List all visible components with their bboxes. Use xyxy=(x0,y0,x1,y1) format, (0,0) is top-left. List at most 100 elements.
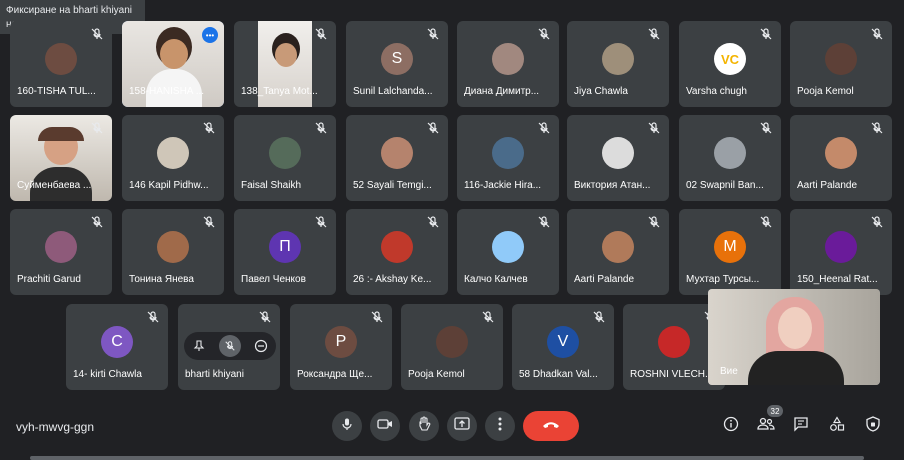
avatar xyxy=(157,231,189,263)
mic-muted-icon xyxy=(202,215,216,229)
activities-button[interactable] xyxy=(825,414,849,438)
mic-muted-icon xyxy=(314,215,328,229)
meeting-details-button[interactable] xyxy=(719,414,743,438)
participant-name: 158-HANISHA ... xyxy=(129,86,205,97)
chat-button[interactable] xyxy=(789,414,813,438)
participant-name: 150_Heenal Rat... xyxy=(797,274,878,285)
participant-tile[interactable]: S Sunil Lalchanda... xyxy=(346,21,448,107)
avatar: C xyxy=(101,326,133,358)
participant-tile[interactable]: Prachiti Garud xyxy=(10,209,112,295)
mic-muted-icon xyxy=(314,27,328,41)
mic-muted-icon xyxy=(759,121,773,135)
participant-name: Pooja Kemol xyxy=(797,86,854,97)
mic-muted-icon xyxy=(90,27,104,41)
participant-tile[interactable]: C 14- kirti Chawla xyxy=(66,304,168,390)
mic-muted-icon xyxy=(647,215,661,229)
participant-name: Павел Ченков xyxy=(241,274,306,285)
participant-tile[interactable]: V 58 Dhadkan Val... xyxy=(512,304,614,390)
participant-tile[interactable]: Jiya Chawla xyxy=(567,21,669,107)
present-button[interactable] xyxy=(447,411,477,441)
participant-tile[interactable]: Тонина Янева xyxy=(122,209,224,295)
avatar xyxy=(825,43,857,75)
participant-tile[interactable]: 138_Tanya Mot... xyxy=(234,21,336,107)
participant-tile[interactable]: Pooja Kemol xyxy=(401,304,503,390)
mic-muted-icon xyxy=(759,27,773,41)
participant-tile[interactable]: 02 Swapnil Ban... xyxy=(679,115,781,201)
participant-name: Тонина Янева xyxy=(129,274,194,285)
participant-tile[interactable]: 26 :- Akshay Ke... xyxy=(346,209,448,295)
self-view-video[interactable]: Вие xyxy=(708,289,880,385)
avatar: V xyxy=(547,326,579,358)
more-icon xyxy=(498,417,502,436)
info-icon xyxy=(723,416,739,437)
mute-participant-icon[interactable] xyxy=(218,335,241,357)
participant-name: 116-Jackie Hira... xyxy=(464,180,542,191)
mic-muted-icon xyxy=(90,215,104,229)
people-button[interactable] xyxy=(754,414,778,438)
raise-hand-button[interactable] xyxy=(409,411,439,441)
participant-name: 58 Dhadkan Val... xyxy=(519,369,598,380)
more-options-button[interactable] xyxy=(485,411,515,441)
mic-muted-icon xyxy=(537,215,551,229)
avatar xyxy=(381,231,413,263)
participant-tile[interactable]: 150_Heenal Rat... xyxy=(790,209,892,295)
participant-tile[interactable]: 52 Sayali Temgi... xyxy=(346,115,448,201)
end-call-button[interactable] xyxy=(523,411,579,441)
participant-tile[interactable]: Faisal Shaikh xyxy=(234,115,336,201)
horizontal-scrollbar[interactable] xyxy=(30,456,864,460)
participant-tile[interactable]: Aarti Palande xyxy=(790,115,892,201)
participant-name: Jiya Chawla xyxy=(574,86,628,97)
avatar xyxy=(492,231,524,263)
self-face xyxy=(778,307,812,349)
participant-tile-video[interactable]: ••• 158-HANISHA ... xyxy=(122,21,224,107)
mic-muted-icon xyxy=(426,121,440,135)
mic-muted-icon xyxy=(647,121,661,135)
avatar xyxy=(381,137,413,169)
pin-icon[interactable] xyxy=(188,335,210,357)
meeting-code: vyh-mwvg-ggn xyxy=(16,420,95,434)
participant-name: Aarti Palande xyxy=(797,180,858,191)
participant-name: Виктория Атан... xyxy=(574,180,651,191)
participant-name: Sunil Lalchanda... xyxy=(353,86,433,97)
participant-tile[interactable]: VC Varsha chugh xyxy=(679,21,781,107)
participant-tile[interactable]: 160-TISHA TUL... xyxy=(10,21,112,107)
camera-button[interactable] xyxy=(370,411,400,441)
people-icon xyxy=(757,417,775,436)
participant-tile[interactable]: Р Роксандра Ще... xyxy=(290,304,392,390)
participant-tile-hovered[interactable]: bharti khiyani xyxy=(178,304,280,390)
mic-muted-icon xyxy=(592,310,606,324)
microphone-button[interactable] xyxy=(332,411,362,441)
participant-tile[interactable]: Aarti Palande xyxy=(567,209,669,295)
participant-tile[interactable]: 116-Jackie Hira... xyxy=(457,115,559,201)
avatar xyxy=(45,231,77,263)
participant-name: 14- kirti Chawla xyxy=(73,369,142,380)
avatar xyxy=(602,43,634,75)
participant-tile[interactable]: 146 Kapil Pidhw... xyxy=(122,115,224,201)
avatar xyxy=(492,137,524,169)
participant-name: 26 :- Akshay Ke... xyxy=(353,274,432,285)
participant-name: Aarti Palande xyxy=(574,274,635,285)
mic-muted-icon xyxy=(647,27,661,41)
mic-muted-icon xyxy=(258,310,272,324)
participant-tile-video[interactable]: Суйменбаева ... xyxy=(10,115,112,201)
host-controls-button[interactable] xyxy=(861,414,885,438)
mic-muted-icon xyxy=(90,121,104,135)
participant-tile[interactable]: Виктория Атан... xyxy=(567,115,669,201)
participant-name: 146 Kapil Pidhw... xyxy=(129,180,209,191)
avatar xyxy=(45,43,77,75)
participant-tile[interactable]: Калчо Калчев xyxy=(457,209,559,295)
participant-tile[interactable]: М Мухтар Турсы... xyxy=(679,209,781,295)
participant-name: Мухтар Турсы... xyxy=(686,274,760,285)
participant-name: Pooja Kemol xyxy=(408,369,465,380)
mic-muted-icon xyxy=(759,215,773,229)
mic-muted-icon xyxy=(870,121,884,135)
avatar: VC xyxy=(714,43,746,75)
avatar xyxy=(658,326,690,358)
participant-tile[interactable]: Pooja Kemol xyxy=(790,21,892,107)
mic-muted-icon xyxy=(426,215,440,229)
remove-participant-icon[interactable] xyxy=(250,335,272,357)
participant-tile[interactable]: Диана Димитр... xyxy=(457,21,559,107)
host-controls-icon xyxy=(866,415,880,437)
avatar xyxy=(602,137,634,169)
participant-tile[interactable]: П Павел Ченков xyxy=(234,209,336,295)
